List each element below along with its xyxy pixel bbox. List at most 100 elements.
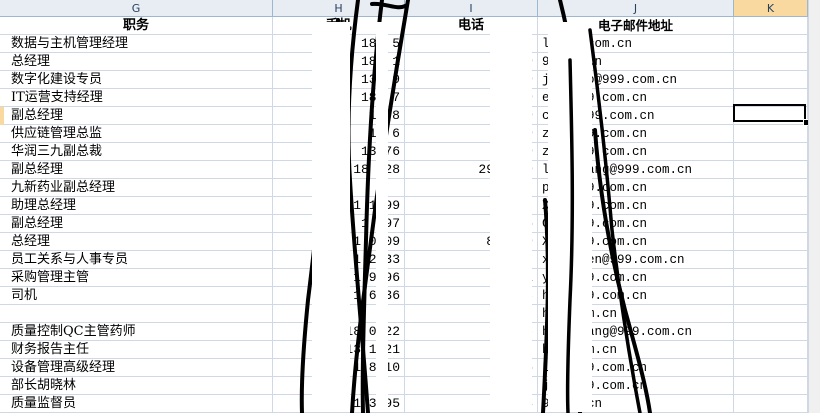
cell-mobile[interactable]: 13 8 [273,107,405,125]
cell-email[interactable]: ji @999.com.cn [538,377,734,395]
cell-email[interactable]: lan 1.com.cn [538,35,734,53]
cell-title[interactable]: 供应链管理总监 [0,125,273,143]
cell-mobile[interactable]: 13 76 [273,143,405,161]
cell-phone[interactable]: 39 1 [405,269,538,287]
cell-phone[interactable]: 39 8 [405,197,538,215]
cell-title[interactable]: 数据与主机管理经理 [0,35,273,53]
cell-email[interactable]: zh @999.com.cn [538,143,734,161]
cell-phone[interactable]: 39 6 [405,323,538,341]
cell-k[interactable] [734,125,808,143]
cell-title[interactable]: 副总经理 [0,215,273,233]
cell-mobile[interactable]: 1 1899 [273,197,405,215]
cell-k[interactable] [734,269,808,287]
cell-email[interactable]: XU @999.com.cn [538,197,734,215]
cell-mobile[interactable] [273,305,405,323]
cell-phone[interactable]: 39 [405,53,538,71]
cell-email[interactable]: Gu @999.com.cn [538,215,734,233]
cell-mobile[interactable]: 18 228 [273,161,405,179]
cell-mobile[interactable]: 1 9696 [273,269,405,287]
cell-phone[interactable] [405,35,538,53]
cell-phone[interactable] [405,341,538,359]
cell-mobile[interactable]: 1 0709 [273,233,405,251]
cell-email[interactable]: ji etao@999.com.cn [538,71,734,89]
cell-title[interactable]: IT运营支持经理 [0,89,273,107]
cell-phone[interactable]: 39 [405,107,538,125]
cell-title[interactable] [0,305,273,323]
cell-k[interactable] [734,287,808,305]
column-header-g[interactable]: G [0,0,273,17]
cell-email[interactable]: hu @999.com.cn [538,287,734,305]
cell-k[interactable] [734,377,808,395]
cell-mobile[interactable]: 13 6 [273,125,405,143]
cell-phone[interactable]: 39 36 [405,215,538,233]
cell-mobile[interactable] [273,179,405,197]
cell-mobile[interactable]: 1 6136 [273,287,405,305]
cell-mobile[interactable]: 1 697 [273,215,405,233]
cell-phone[interactable]: 822 99 [405,233,538,251]
cell-mobile[interactable]: 18 0622 [273,323,405,341]
vertical-scrollbar[interactable] [808,0,820,413]
cell-phone[interactable]: 39 3 [405,287,538,305]
cell-email[interactable]: zh @999.com.cn [538,125,734,143]
header-phone[interactable]: 电话 [405,17,538,35]
cell-phone[interactable] [405,305,538,323]
cell-email[interactable]: hq .com.cn [538,305,734,323]
header-title[interactable]: 职务 [0,17,273,35]
cell-title[interactable]: 司机 [0,287,273,305]
selected-cell[interactable] [733,104,806,122]
cell-email[interactable]: ya @999.com.cn [538,269,734,287]
cell-k[interactable] [734,305,808,323]
cell-k[interactable] [734,197,808,215]
cell-email[interactable]: li oqiang@999.com.cn [538,161,734,179]
cell-k[interactable] [734,251,808,269]
cell-phone[interactable]: 39 [405,143,538,161]
cell-k[interactable] [734,341,808,359]
cell-phone[interactable]: 39 [405,71,538,89]
cell-mobile[interactable]: 189 5 [273,35,405,53]
cell-k[interactable] [734,161,808,179]
cell-k[interactable] [734,53,808,71]
cell-mobile[interactable] [273,377,405,395]
column-header-k[interactable]: K [734,0,808,17]
cell-title[interactable]: 采购管理主管 [0,269,273,287]
header-k-empty[interactable] [734,17,808,35]
cell-mobile[interactable]: 13 1521 [273,341,405,359]
cell-email[interactable]: pa @999.com.cn [538,179,734,197]
cell-phone[interactable]: 2928 99 [405,161,538,179]
cell-email[interactable]: 9.com.cn [538,395,734,413]
cell-title[interactable]: 华润三九副总裁 [0,143,273,161]
cell-email[interactable]: 9.com.cn [538,53,734,71]
column-header-j[interactable]: J [538,0,734,17]
cell-email[interactable]: Li @999.com.cn [538,359,734,377]
cell-title[interactable]: 助理总经理 [0,197,273,215]
header-email[interactable]: 电子邮件地址 [538,17,734,35]
cell-phone[interactable]: 39 [405,125,538,143]
cell-phone[interactable]: 3 8 [405,395,538,413]
cell-k[interactable] [734,179,808,197]
cell-title[interactable]: 设备管理高级经理 [0,359,273,377]
cell-k[interactable] [734,71,808,89]
cell-phone[interactable] [405,179,538,197]
cell-k[interactable] [734,215,808,233]
cell-email[interactable]: hp .com.cn [538,341,734,359]
header-mobile[interactable]: 手机 [273,17,405,35]
cell-title[interactable]: 部长胡晓林 [0,377,273,395]
cell-title[interactable]: 副总经理 [0,161,273,179]
cell-phone[interactable]: 3 6 [405,359,538,377]
cell-title[interactable]: 质量控制QC主管药师 [0,323,273,341]
cell-mobile[interactable]: 185 1 [273,53,405,71]
cell-email[interactable]: xi gchen@999.com.cn [538,251,734,269]
cell-title[interactable]: 质量监督员 [0,395,273,413]
cell-k[interactable] [734,35,808,53]
cell-mobile[interactable]: 1 2633 [273,251,405,269]
cell-k[interactable] [734,359,808,377]
cell-title[interactable]: 总经理 [0,53,273,71]
column-header-h[interactable]: H [273,0,405,17]
cell-title[interactable]: 数字化建设专员 [0,71,273,89]
cell-phone[interactable]: 39 [405,89,538,107]
cell-phone[interactable] [405,377,538,395]
cell-k[interactable] [734,395,808,413]
cell-k[interactable] [734,323,808,341]
cell-k[interactable] [734,233,808,251]
cell-mobile[interactable]: 1 3895 [273,395,405,413]
